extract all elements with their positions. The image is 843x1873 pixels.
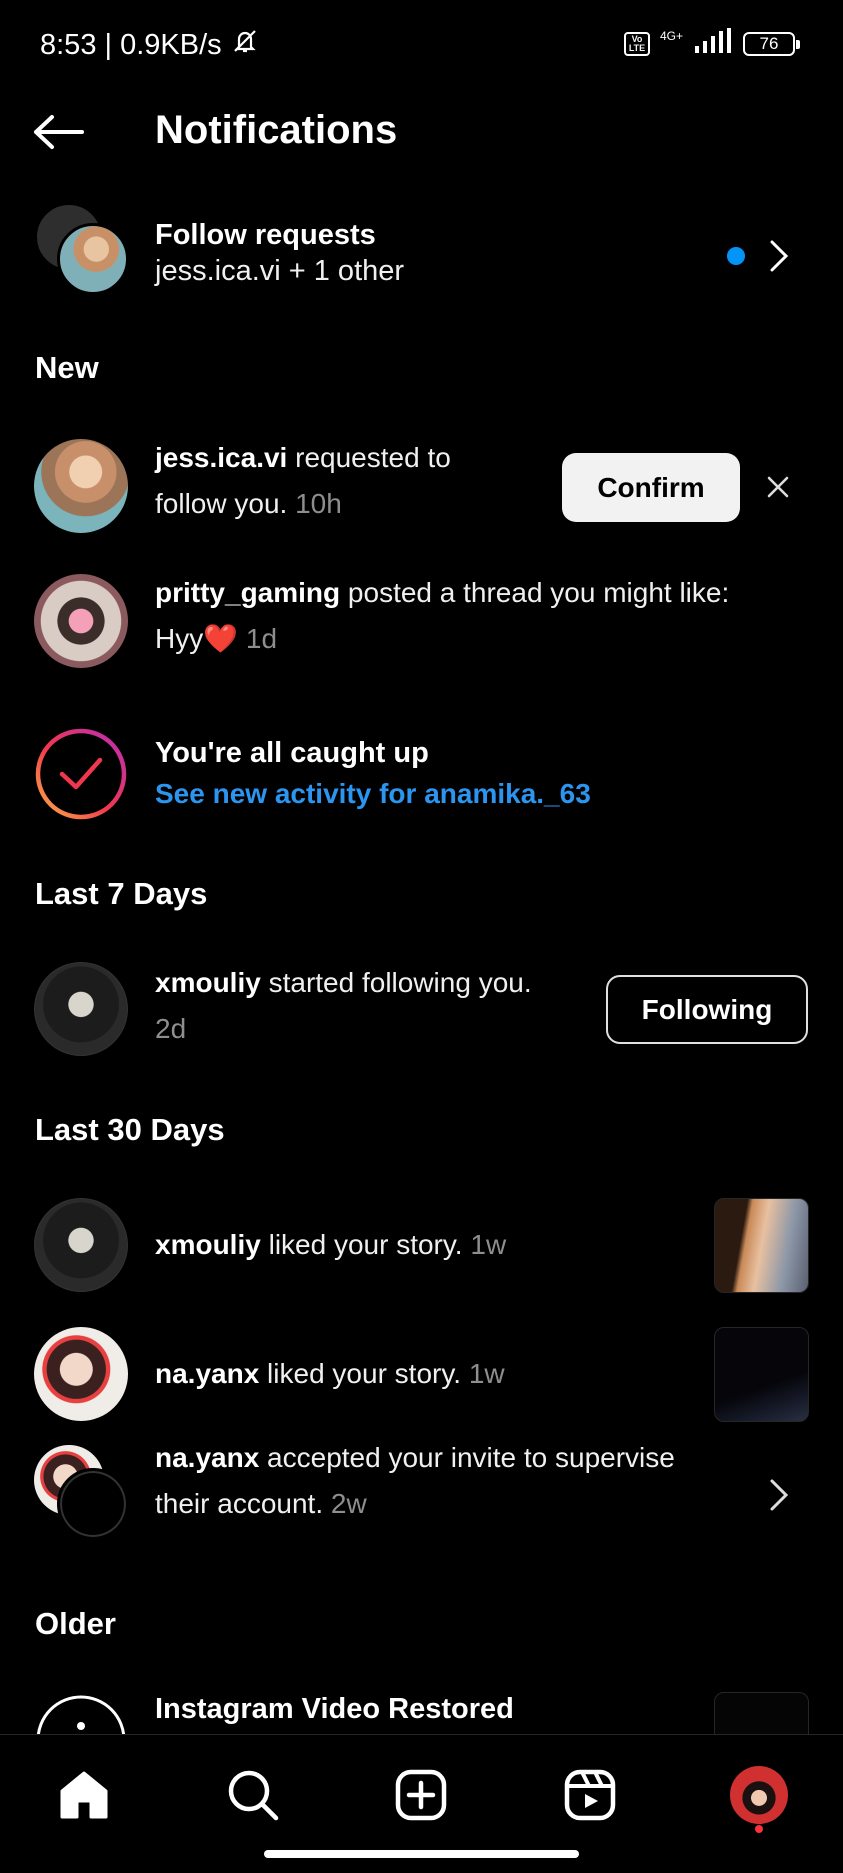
timestamp: 2d: [155, 1013, 187, 1044]
nav-profile[interactable]: [727, 1763, 791, 1827]
volte-icon: Vo LTE: [623, 31, 650, 56]
reels-icon: [564, 1769, 616, 1821]
notification-text: xmouliy started following you. 2d: [155, 967, 532, 1044]
notification-text: jess.ica.vi requested to follow you. 10h: [155, 442, 451, 519]
username[interactable]: na.yanx: [155, 1442, 259, 1473]
following-button[interactable]: Following: [606, 975, 808, 1044]
status-time: 8:53 | 0.9KB/s: [40, 26, 260, 64]
caught-up-title: You're all caught up: [155, 737, 429, 769]
add-post-icon: [395, 1769, 447, 1821]
page-title: Notifications: [155, 108, 398, 152]
story-thumbnail[interactable]: [714, 1198, 809, 1293]
avatar-xmouliy[interactable]: [34, 1198, 128, 1292]
section-title-last-7-days: Last 7 Days: [35, 876, 208, 911]
follow-request-avatar-front: [57, 223, 129, 295]
follow-requests-subtitle: jess.ica.vi + 1 other: [155, 255, 405, 287]
chevron-right-icon: [770, 240, 789, 272]
username[interactable]: xmouliy: [155, 1229, 261, 1260]
story-thumbnail[interactable]: [714, 1327, 809, 1422]
notification-text: na.yanx liked your story. 1w: [155, 1358, 505, 1389]
battery-icon: 76: [743, 31, 800, 56]
username[interactable]: xmouliy: [155, 967, 261, 998]
section-title-last-30-days: Last 30 Days: [35, 1112, 225, 1147]
notification-video-restored[interactable]: Instagram Video Restored: [0, 1690, 843, 1734]
avatar-jess-ica-vi[interactable]: [34, 439, 128, 533]
profile-avatar[interactable]: [730, 1766, 788, 1824]
avatar-na-yanx[interactable]: [34, 1327, 128, 1421]
nav-search[interactable]: [221, 1763, 285, 1827]
status-indicators: Vo LTE 4G+ 76: [623, 28, 800, 59]
follow-requests-row[interactable]: Follow requests jess.ica.vi + 1 other: [0, 195, 843, 305]
nav-create[interactable]: [389, 1763, 453, 1827]
chevron-right-icon[interactable]: [768, 1478, 790, 1512]
timestamp: 1w: [470, 1229, 507, 1260]
unread-dot: [727, 247, 745, 265]
see-new-activity-link[interactable]: See new activity for anamika._63: [155, 778, 591, 810]
back-button[interactable]: [30, 108, 86, 156]
notification-story-like[interactable]: na.yanx liked your story. 1w: [0, 1327, 843, 1423]
home-icon: [60, 1771, 108, 1819]
timestamp: 10h: [295, 488, 342, 519]
home-indicator: [264, 1850, 579, 1858]
timestamp: 1w: [468, 1358, 505, 1389]
caught-up-row: You're all caught up See new activity fo…: [0, 725, 843, 825]
check-circle-icon: [34, 727, 128, 821]
mute-icon: [230, 26, 260, 64]
video-thumbnail[interactable]: [714, 1692, 809, 1734]
avatar-xmouliy[interactable]: [34, 962, 128, 1056]
notification-text: xmouliy liked your story. 1w: [155, 1229, 507, 1260]
notification-story-like[interactable]: xmouliy liked your story. 1w: [0, 1198, 843, 1294]
avatar-pritty-gaming[interactable]: [34, 574, 128, 668]
follow-requests-title: Follow requests: [155, 219, 376, 251]
avatar-supervisor: [57, 1468, 129, 1540]
notification-supervision[interactable]: na.yanx accepted your invite to supervis…: [0, 1435, 843, 1555]
status-time-text: 8:53 | 0.9KB/s: [40, 28, 222, 61]
confirm-button[interactable]: Confirm: [562, 453, 740, 522]
section-title-new: New: [35, 350, 99, 385]
notification-text: na.yanx accepted your invite to supervis…: [155, 1442, 675, 1519]
username[interactable]: jess.ica.vi: [155, 442, 287, 473]
section-title-older: Older: [35, 1606, 116, 1641]
username[interactable]: na.yanx: [155, 1358, 259, 1389]
heart-emoji: ❤️: [203, 623, 239, 654]
username[interactable]: pritty_gaming: [155, 577, 340, 608]
bottom-nav: [0, 1734, 843, 1873]
arrow-left-icon: [34, 115, 84, 149]
info-icon: [34, 1693, 128, 1734]
nav-home[interactable]: [52, 1763, 116, 1827]
close-icon[interactable]: [766, 475, 790, 499]
timestamp: 2w: [330, 1488, 367, 1519]
signal-icon: [693, 28, 733, 59]
network-type: 4G+: [659, 28, 683, 43]
notification-thread[interactable]: pritty_gaming posted a thread you might …: [0, 570, 843, 670]
search-icon: [228, 1770, 279, 1821]
notification-text: pritty_gaming posted a thread you might …: [155, 577, 730, 654]
notification-title: Instagram Video Restored: [155, 1693, 514, 1725]
timestamp: 1d: [245, 623, 278, 654]
profile-notification-dot: [755, 1825, 763, 1833]
nav-reels[interactable]: [558, 1763, 622, 1827]
